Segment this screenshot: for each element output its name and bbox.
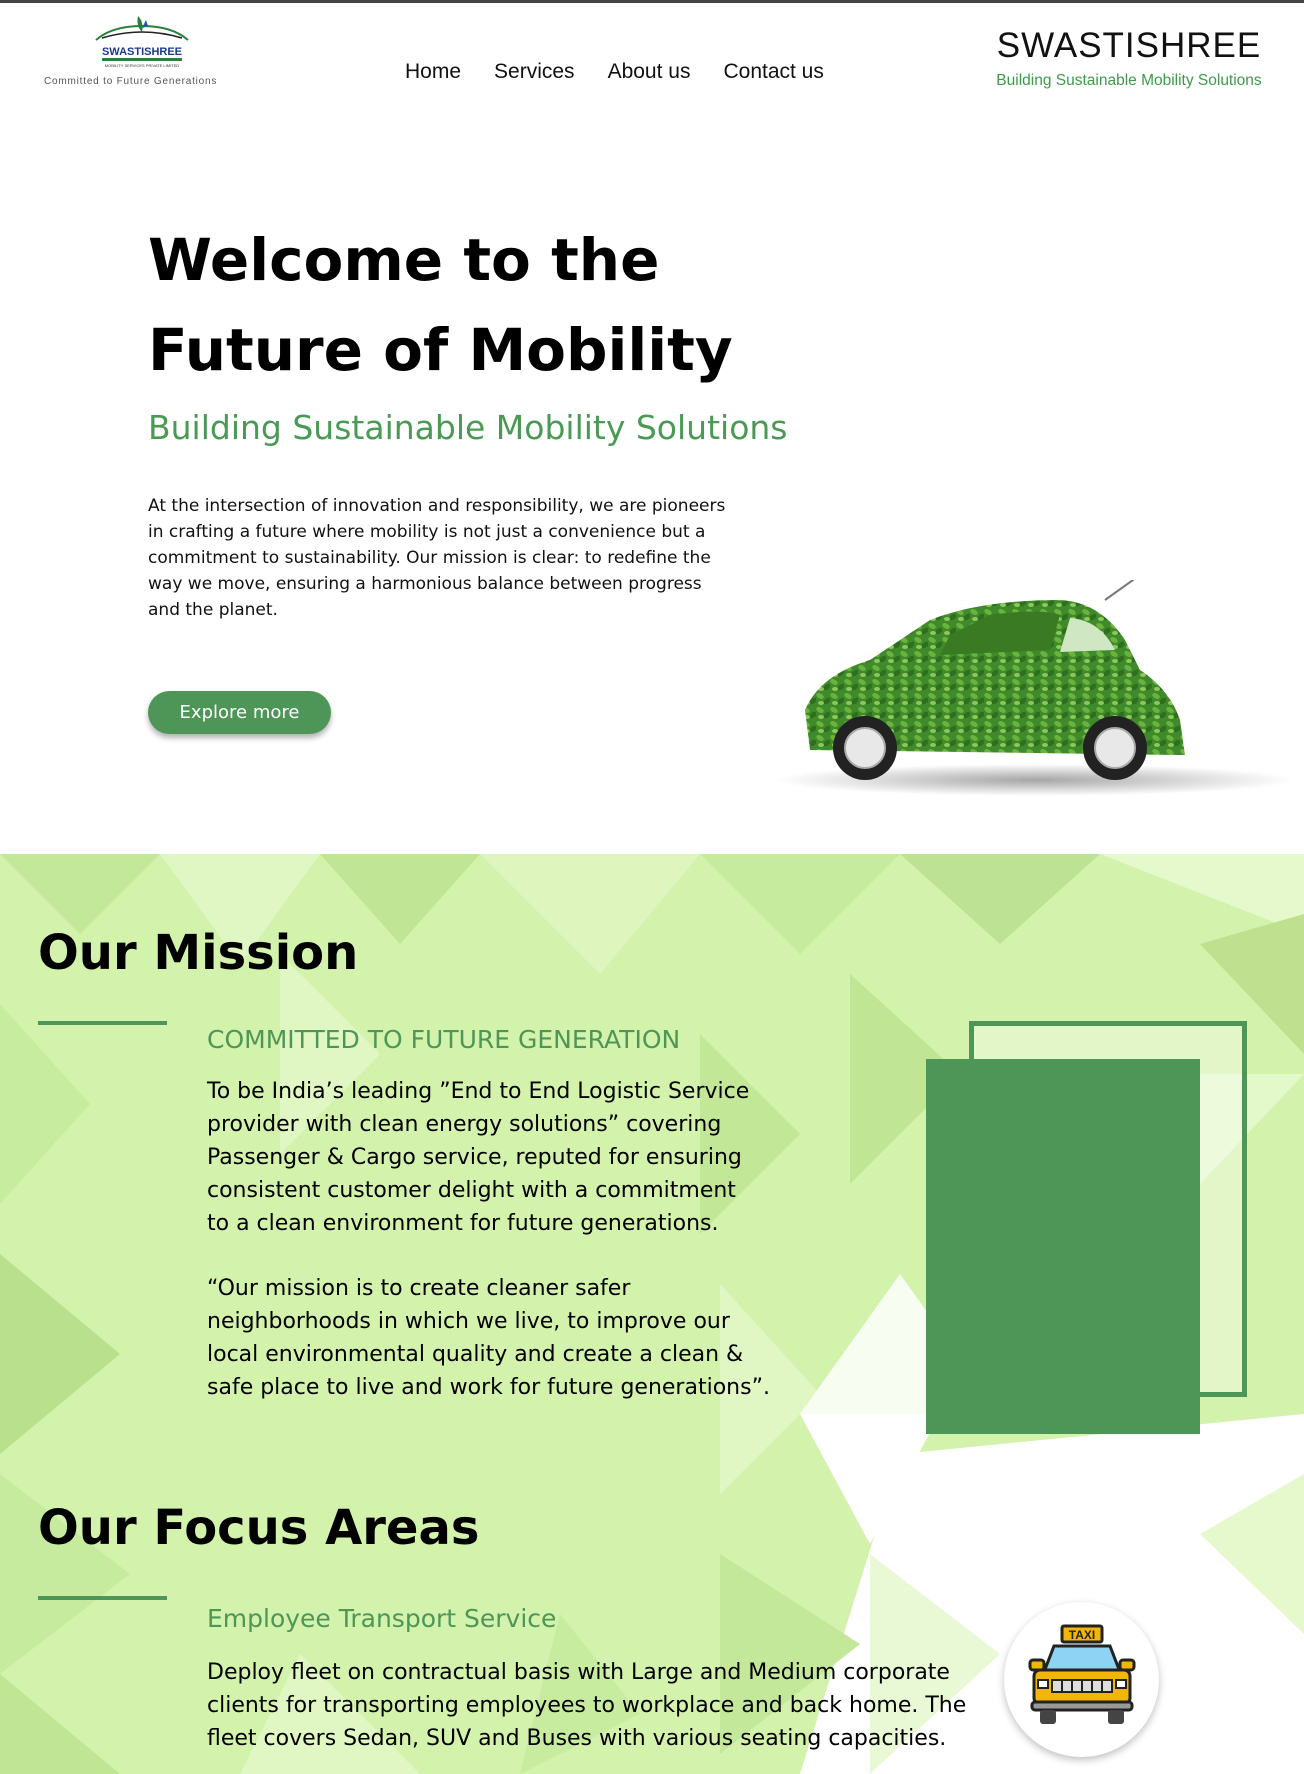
focus-text-line: Deploy fleet on contractual basis with L…: [207, 1660, 950, 1685]
mission-image-block: [926, 1059, 1200, 1434]
company-logo[interactable]: SWASTISHREE MOBILITY SERVICES PRIVATE LI…: [40, 12, 240, 92]
logo-tagline: Committed to Future Generations: [44, 76, 218, 87]
nav-services[interactable]: Services: [494, 60, 575, 84]
mission-p1-line: provider with clean energy solutions” co…: [207, 1112, 722, 1137]
main-nav: Home Services About us Contact us: [405, 60, 857, 84]
brand-subtitle: Building Sustainable Mobility Solutions: [996, 72, 1262, 89]
mission-p2-line: neighborhoods in which we live, to impro…: [207, 1309, 730, 1334]
mission-paragraph-1: To be India’s leading ”End to End Logist…: [207, 1075, 749, 1240]
logo-car-icon: SWASTISHREE MOBILITY SERVICES PRIVATE LI…: [95, 16, 189, 68]
focus-heading: Our Focus Areas: [38, 1500, 480, 1556]
explore-more-button[interactable]: Explore more: [148, 691, 331, 734]
taxi-icon: TAXI: [1028, 1624, 1136, 1724]
hero-subtitle: Building Sustainable Mobility Solutions: [148, 408, 788, 447]
focus-divider: [38, 1596, 167, 1600]
nav-contact-us[interactable]: Contact us: [723, 60, 823, 84]
mission-paragraph-2: “Our mission is to create cleaner safer …: [207, 1272, 770, 1404]
leaf-car-image: [775, 580, 1295, 796]
focus-item-title: Employee Transport Service: [207, 1604, 557, 1633]
taxi-sign-text: TAXI: [1069, 1628, 1095, 1642]
mission-p1-line: to a clean environment for future genera…: [207, 1211, 719, 1236]
focus-text-line: clients for transporting employees to wo…: [207, 1693, 967, 1718]
focus-text-line: fleet covers Sedan, SUV and Buses with v…: [207, 1726, 947, 1751]
hero-title-line1: Welcome to the: [148, 226, 660, 294]
mission-p2-line: safe place to live and work for future g…: [207, 1375, 770, 1400]
hero-description: At the intersection of innovation and re…: [148, 496, 726, 620]
focus-item-text: Deploy fleet on contractual basis with L…: [207, 1656, 966, 1755]
hero-title-line2: Future of Mobility: [148, 316, 733, 384]
brand-block: SWASTISHREE Building Sustainable Mobilit…: [984, 26, 1274, 90]
mission-p2-line: local environmental quality and create a…: [207, 1342, 744, 1367]
top-border: [0, 0, 1304, 3]
mission-p2-line: “Our mission is to create cleaner safer: [207, 1276, 631, 1301]
nav-home[interactable]: Home: [405, 60, 461, 84]
mission-divider: [38, 1021, 167, 1025]
brand-name: SWASTISHREE: [996, 26, 1262, 65]
mission-p1-line: consistent customer delight with a commi…: [207, 1178, 736, 1203]
taxi-icon-badge: TAXI: [1004, 1602, 1159, 1757]
logo-subtext: MOBILITY SERVICES PRIVATE LIMITED: [105, 63, 180, 68]
mission-p1-line: To be India’s leading ”End to End Logist…: [207, 1079, 750, 1104]
nav-about-us[interactable]: About us: [608, 60, 691, 84]
logo-text: SWASTISHREE: [102, 46, 182, 58]
mission-heading: Our Mission: [38, 925, 359, 981]
mission-label: COMMITTED TO FUTURE GENERATION: [207, 1025, 681, 1054]
mission-p1-line: Passenger & Cargo service, reputed for e…: [207, 1145, 742, 1170]
hero-title: Welcome to the Future of Mobility: [148, 215, 848, 395]
